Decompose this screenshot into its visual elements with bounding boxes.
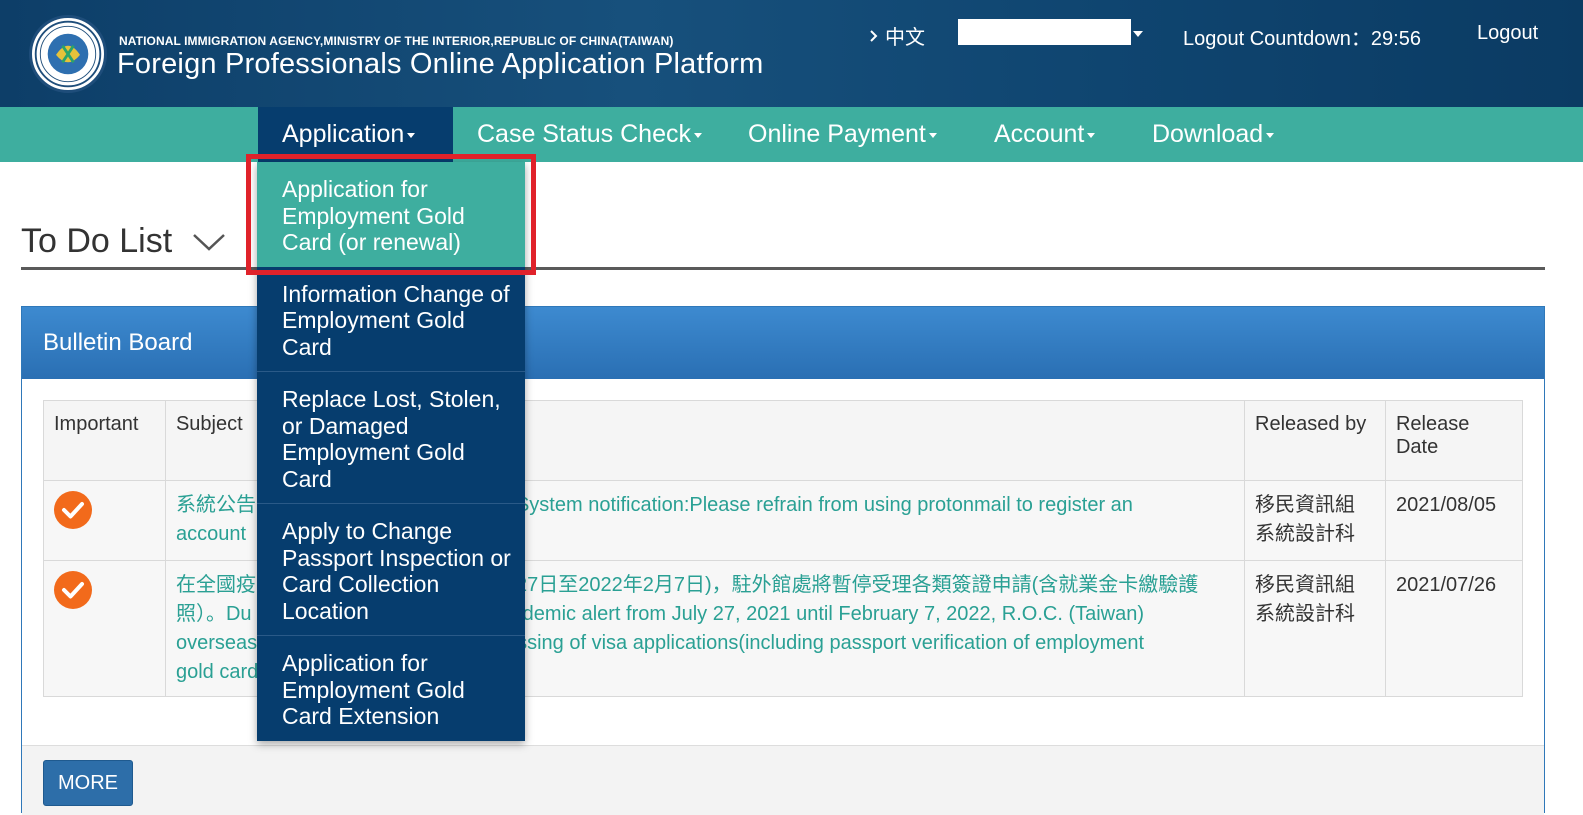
language-switch[interactable]: 中文 [869,21,925,50]
important-check-icon [54,571,92,609]
nav-case-status-check[interactable]: Case Status Check [453,107,726,162]
application-dropdown-menu: Application for Employment Gold Card (or… [257,162,525,741]
nav-label: Online Payment [748,120,926,148]
seal-icon [34,20,102,88]
subject-link[interactable]: 系統公告 [176,494,256,516]
menu-item-gold-card-extension[interactable]: Application for Employment Gold Card Ext… [257,636,525,741]
todo-list-toggle[interactable]: To Do List [21,222,226,261]
chevron-down-icon[interactable] [1133,31,1143,37]
column-header-important: Important [43,400,166,481]
nav-label: Case Status Check [477,120,691,148]
nav-label: Download [1152,120,1264,148]
platform-title: Foreign Professionals Online Application… [117,48,764,80]
nav-application[interactable]: Application [258,107,453,162]
nav-label: Account [994,120,1085,148]
bulletin-board-panel: Bulletin Board Important Subject Release… [21,306,1545,815]
released-by-line2: 系統設計科 [1255,603,1356,625]
subject-link-continued[interactable]: cessing of visa applications(including p… [496,629,1144,658]
logout-countdown: Logout Countdown：29:56 [1183,28,1421,50]
more-button[interactable]: MORE [43,760,133,806]
important-cell [43,560,166,697]
subject-link[interactable]: 照）。Du [176,603,252,625]
release-date-cell: 2021/08/05 [1384,480,1524,561]
panel-footer: MORE [22,745,1544,815]
important-cell [43,480,166,561]
released-by-line2: 系統設計科 [1255,523,1356,545]
bulletin-board-title: Bulletin Board [22,307,1544,379]
column-header-release-date: Release Date [1384,400,1524,481]
released-by-line1: 移民資訊組 [1255,574,1356,596]
subject-link[interactable]: overseas [176,632,257,654]
subject-link-continued[interactable]: 號System notification:Please refrain from… [496,491,1133,520]
menu-item-change-inspection-location[interactable]: Apply to Change Passport Inspection or C… [257,504,525,636]
released-by-cell: 移民資訊組 系統設計科 [1244,480,1386,561]
important-check-icon [54,491,92,529]
caret-down-icon [407,133,416,138]
user-account-menu[interactable] [958,19,1131,45]
menu-item-replace-lost-card[interactable]: Replace Lost, Stolen, or Damaged Employm… [257,372,525,504]
site-header: NATIONAL IMMIGRATION AGENCY,MINISTRY OF … [0,0,1583,107]
title-divider [21,267,1545,270]
chevron-right-icon [870,29,878,42]
subject-link-continued[interactable]: 月27日至2022年2月7日)，駐外館處將暫停受理各類簽證申請(含就業金卡繳驗護 [496,571,1198,600]
caret-down-icon [694,133,702,138]
nav-online-payment[interactable]: Online Payment [724,107,961,162]
page-title: To Do List [21,222,173,260]
main-nav: Application Case Status Check Online Pay… [0,107,1583,162]
release-date-cell: 2021/07/26 [1384,560,1524,697]
menu-item-information-change[interactable]: Information Change of Employment Gold Ca… [257,267,525,372]
caret-down-icon [1087,133,1096,138]
chevron-down-icon [193,233,226,251]
nav-label: Application [282,120,405,148]
agency-logo[interactable] [29,15,107,93]
language-label[interactable]: 中文 [885,21,925,50]
logout-link[interactable]: Logout [1477,22,1538,45]
column-header-released-by: Released by [1244,400,1386,481]
nav-account[interactable]: Account [970,107,1119,162]
released-by-cell: 移民資訊組 系統設計科 [1244,560,1386,697]
released-by-line1: 移民資訊組 [1255,494,1356,516]
agency-name: NATIONAL IMMIGRATION AGENCY,MINISTRY OF … [119,34,674,48]
nav-download[interactable]: Download [1128,107,1298,162]
subject-link-continued[interactable]: epidemic alert from July 27, 2021 until … [496,600,1144,629]
subject-link[interactable]: 在全國疫 [176,574,256,596]
caret-down-icon [928,133,937,138]
menu-item-apply-gold-card[interactable]: Application for Employment Gold Card (or… [257,162,525,267]
caret-down-icon [1266,133,1275,138]
